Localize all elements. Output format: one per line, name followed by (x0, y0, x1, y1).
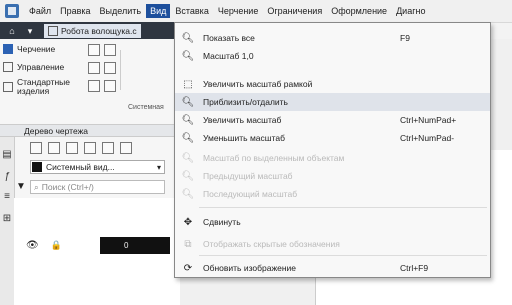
properties-icon[interactable]: ▤ (2, 150, 12, 160)
document-tab[interactable]: Робота волощука.с (44, 23, 141, 38)
filter-icon[interactable]: ▼ (16, 181, 26, 192)
menu-item-show-hidden[interactable]: ⧉ Отображать скрытые обозначения (175, 235, 490, 253)
zoom-frame-icon: ⬚ (183, 78, 193, 90)
next-zoom-icon: 🔍︎ (181, 188, 195, 200)
menu-file[interactable]: Файл (25, 4, 55, 18)
menu-select[interactable]: Выделить (96, 4, 146, 18)
app-icon[interactable] (5, 4, 19, 18)
system-label: Системная (128, 104, 164, 111)
menu-edit[interactable]: Правка (56, 4, 94, 18)
menu-view[interactable]: Вид (146, 4, 171, 18)
variables-icon[interactable]: ⊞ (2, 214, 12, 224)
open-folder-icon[interactable] (104, 44, 116, 56)
new-document-icon[interactable] (88, 44, 100, 56)
zoom-selection-icon: 🔍︎ (181, 152, 195, 164)
menu-bar: Файл Правка Выделить Вид Вставка Черчени… (0, 0, 512, 23)
redo-icon[interactable] (104, 80, 116, 92)
ribbon-group-management-label: Управление (17, 62, 65, 72)
save-icon[interactable] (104, 62, 116, 74)
previous-zoom-icon: 🔍︎ (181, 170, 195, 182)
zoom-out-icon: 🔍︎ (181, 132, 195, 144)
tree-export-icon[interactable] (120, 142, 132, 154)
menu-item-zoom-selection[interactable]: 🔍︎ Масштаб по выделенным объектам (175, 149, 490, 167)
chevron-down-icon[interactable]: ▾ (157, 163, 161, 172)
menu-constraints[interactable]: Ограничения (263, 4, 326, 18)
tree-view-icon[interactable] (30, 142, 42, 154)
menu-item-previous-zoom[interactable]: 🔍︎ Предыдущий масштаб (175, 167, 490, 185)
view-color-swatch (32, 162, 42, 172)
magnifier-icon: 🔍︎ (181, 32, 195, 44)
menu-item-zoom-out[interactable]: 🔍︎ Уменьшить масштаб Ctrl+NumPad- (175, 129, 490, 147)
vertical-toolbar: ☰ ▤ ƒ ≡ ⊞ (0, 124, 15, 305)
menu-separator (199, 207, 487, 208)
ribbon-group-standard-items-label: Стандартные изделия (17, 77, 71, 96)
function-icon[interactable]: ƒ (2, 172, 12, 182)
ribbon-group-drawing-label: Черчение (17, 44, 56, 54)
ribbon-group-management[interactable]: Управление (0, 62, 64, 72)
menu-item-next-zoom[interactable]: 🔍︎ Последующий масштаб (175, 185, 490, 203)
home-icon[interactable]: ⌂ (6, 25, 18, 37)
zoom-in-out-icon: 🔍︎ (181, 96, 195, 108)
document-tab-bar: ⌂ ▾ Робота волощука.с (0, 22, 180, 39)
eye-icon[interactable]: 👁 (26, 240, 39, 251)
menu-item-show-all[interactable]: 🔍︎ Показать все F9 (175, 29, 490, 47)
tree-search-input[interactable]: ⌕ Поиск (Ctrl+/) (30, 180, 165, 194)
menu-item-pan[interactable]: ✥ Сдвинуть (175, 213, 490, 231)
print-icon[interactable] (88, 62, 100, 74)
refresh-icon: ⟳ (183, 262, 193, 274)
view-combo[interactable]: Системный вид... ▾ (30, 160, 165, 174)
drawing-tree-header: Дерево чертежа (0, 124, 180, 137)
menu-diagnostics[interactable]: Диагно (392, 4, 429, 18)
search-icon: ⌕ (34, 181, 39, 192)
menu-item-zoom-in[interactable]: 🔍︎ Увеличить масштаб Ctrl+NumPad+ (175, 111, 490, 129)
list-icon[interactable]: ≡ (2, 192, 12, 202)
menu-item-scale-1[interactable]: 🔍︎ Масштаб 1,0 (175, 47, 490, 65)
tree-object-icon[interactable] (84, 142, 96, 154)
document-tab-label: Робота волощука.с (61, 25, 137, 36)
menu-drawing[interactable]: Черчение (214, 4, 263, 18)
standard-items-icon (3, 82, 13, 92)
management-icon (3, 62, 13, 72)
pan-icon: ✥ (183, 216, 193, 228)
menu-item-zoom-in-out[interactable]: 🔍︎ Приблизить/отдалить (175, 93, 490, 111)
chevron-down-icon[interactable]: ▾ (24, 25, 36, 37)
tree-search-placeholder: Поиск (Ctrl+/) (41, 182, 94, 192)
menu-insert[interactable]: Вставка (171, 4, 212, 18)
view-menu-dropdown: 🔍︎ Показать все F9 🔍︎ Масштаб 1,0 ⬚ Увел… (174, 22, 491, 278)
drawing-icon (3, 44, 13, 54)
menu-item-refresh[interactable]: ⟳ Обновить изображение Ctrl+F9 (175, 259, 490, 277)
menu-design[interactable]: Оформление (327, 4, 391, 18)
tree-sheet-icon[interactable] (48, 142, 60, 154)
hidden-objects-icon: ⧉ (184, 238, 192, 250)
view-combo-value: Системный вид... (46, 162, 115, 172)
tree-row-color-cell: 0 (100, 237, 170, 254)
ribbon-group-drawing[interactable]: Черчение (0, 44, 55, 54)
document-icon (48, 25, 58, 36)
tree-row-value: 0 (124, 241, 129, 250)
tree-image-icon[interactable] (102, 142, 114, 154)
undo-icon[interactable] (88, 80, 100, 92)
menu-separator (199, 255, 487, 256)
zoom-in-icon: 🔍︎ (181, 114, 195, 126)
ribbon-divider (120, 50, 121, 90)
ribbon-group-standard-items[interactable]: Стандартные изделия (0, 78, 80, 96)
lock-icon[interactable]: 🔒 (51, 240, 62, 251)
magnifier-icon: 🔍︎ (181, 50, 195, 62)
tree-layer-icon[interactable] (66, 142, 78, 154)
menu-item-zoom-frame[interactable]: ⬚ Увеличить масштаб рамкой (175, 75, 490, 93)
